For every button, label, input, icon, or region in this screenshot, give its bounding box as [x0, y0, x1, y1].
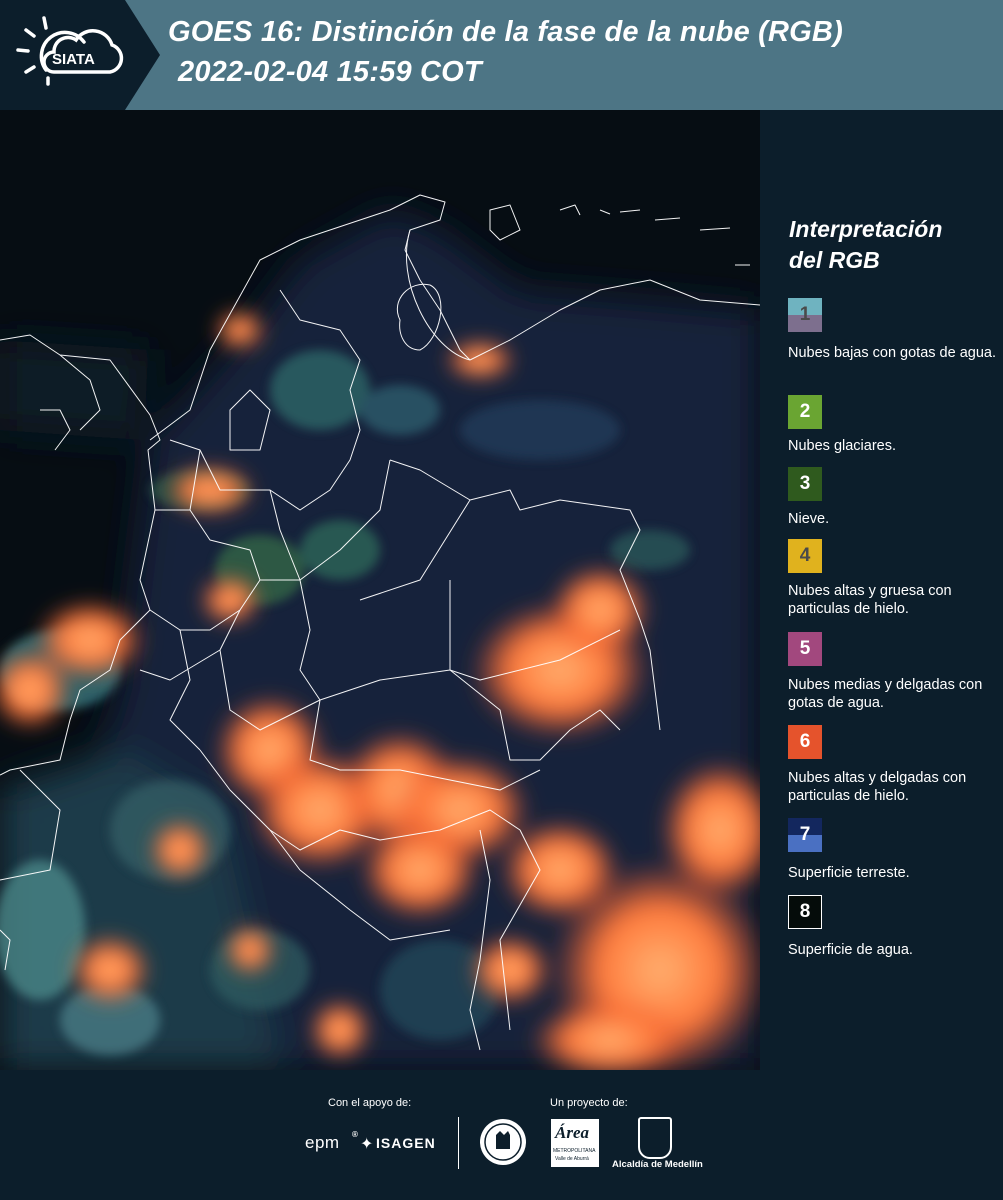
epm-registered-icon: ® [352, 1130, 358, 1139]
alcaldia-crest-icon [638, 1117, 672, 1159]
area-logo-sub2: Valle de Aburrá [555, 1156, 589, 1162]
legend-swatch-8: 8 [788, 895, 822, 929]
legend-swatch-3: 3 [788, 467, 822, 501]
legend-number-7: 7 [799, 824, 811, 845]
svg-text:SIATA: SIATA [52, 51, 95, 68]
legend-swatch-7: 7 [788, 818, 822, 852]
satellite-image [0, 110, 760, 1070]
legend-panel: Interpretación del RGB 1 Nubes bajas con … [760, 110, 1003, 1070]
seal-logo [480, 1119, 526, 1165]
legend-swatch-5: 5 [788, 632, 822, 666]
epm-logo: epm [305, 1133, 340, 1152]
footer: Con el apoyo de: Un proyecto de: epm ® ✦… [0, 1070, 1003, 1200]
legend-swatch-6: 6 [788, 725, 822, 759]
legend-number-6: 6 [799, 731, 811, 752]
project-label: Un proyecto de: [550, 1097, 628, 1109]
legend-number-2: 2 [799, 401, 811, 422]
legend-title: Interpretación del RGB [789, 214, 942, 276]
map-timestamp: 2022-02-04 15:59 COT [178, 56, 482, 88]
support-label: Con el apoyo de: [328, 1097, 412, 1109]
area-logo-sub1: METROPOLITANA [553, 1148, 596, 1154]
legend-title-line1: Interpretación [789, 216, 943, 242]
legend-title-line2: del RGB [789, 247, 880, 273]
area-logo-name: Área [555, 1123, 589, 1142]
isagen-star-icon: ✦ [360, 1136, 374, 1153]
map-title: GOES 16: Distinción de la fase de la nub… [168, 16, 843, 48]
legend-label-8: Superficie de agua. [788, 942, 913, 958]
satellite-map [0, 110, 760, 1070]
footer-divider [458, 1117, 459, 1169]
legend-label-3: Nieve. [788, 511, 830, 527]
area-metropolitana-logo: Área METROPOLITANA Valle de Aburrá [551, 1119, 599, 1167]
siata-logo: SIATA [16, 16, 124, 86]
legend-number-1: 1 [799, 304, 811, 325]
legend-number-3: 3 [799, 473, 811, 494]
isagen-logo: ISAGEN [376, 1135, 436, 1151]
legend-label-6: Nubes altas y delgadas con particulas de… [788, 770, 967, 804]
legend-label-4: Nubes altas y gruesa con particulas de h… [788, 583, 952, 617]
header-banner: SIATA GOES 16: Distinción de la fase de … [0, 0, 1003, 110]
legend-swatch-4: 4 [788, 539, 822, 573]
legend-number-5: 5 [799, 638, 811, 659]
legend-label-7: Superficie terreste. [788, 865, 910, 881]
alcaldia-label: Alcaldía de Medellín [612, 1159, 703, 1170]
legend-label-1: Nubes bajas con gotas de agua. [788, 345, 996, 361]
legend-number-4: 4 [799, 545, 811, 566]
legend-label-5: Nubes medias y delgadas con gotas de agu… [788, 677, 983, 711]
legend-swatch-2: 2 [788, 395, 822, 429]
legend-swatch-1: 1 [788, 298, 822, 332]
legend-label-2: Nubes glaciares. [788, 438, 896, 454]
legend-number-8: 8 [799, 901, 811, 922]
